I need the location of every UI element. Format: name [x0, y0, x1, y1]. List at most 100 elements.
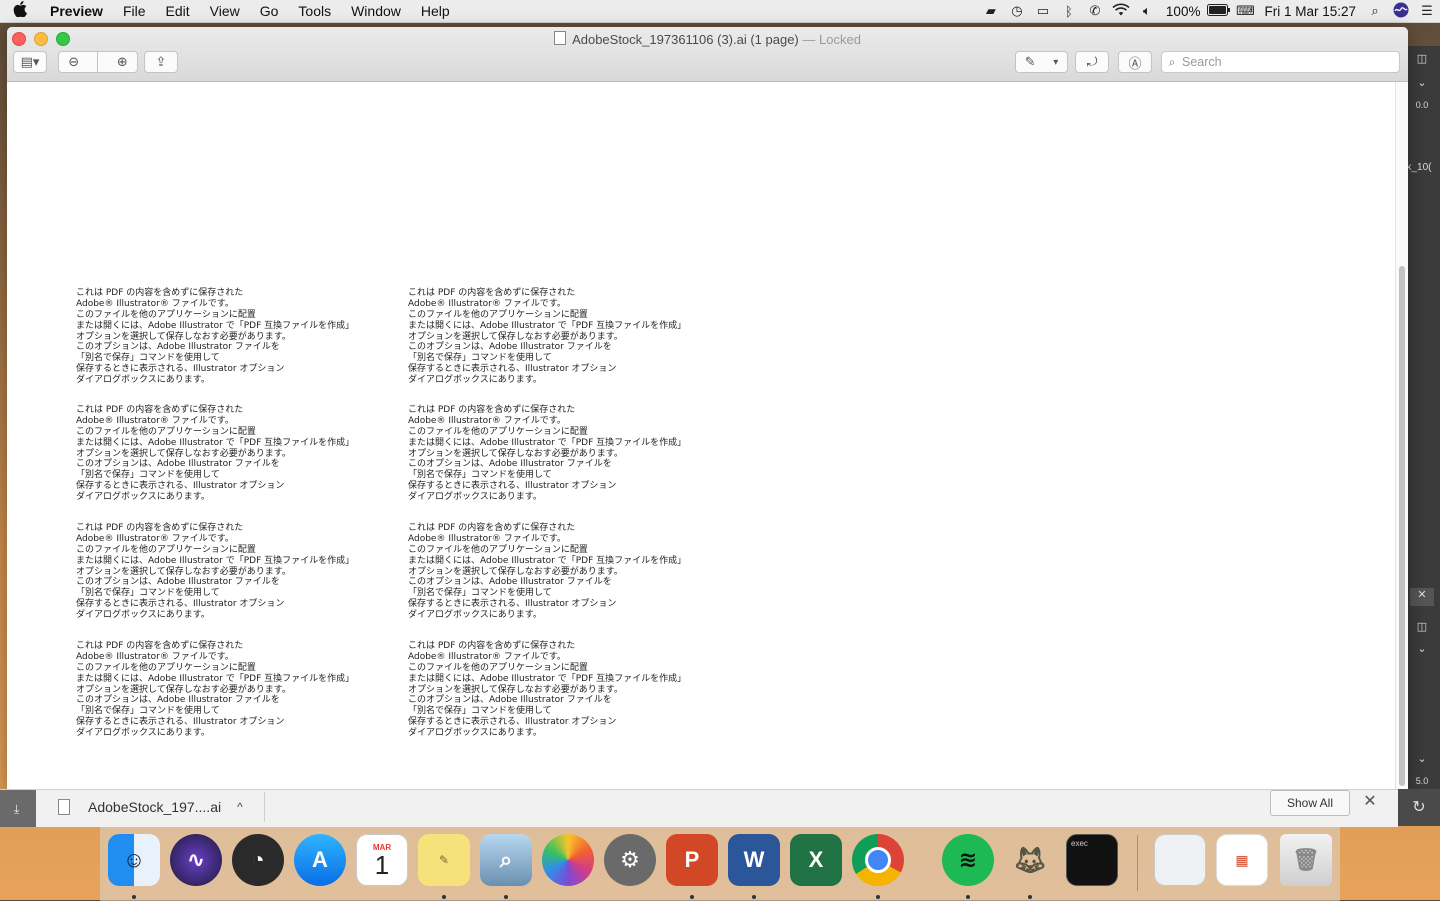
text-line: このファイルを他のアプリケーションに配置 — [408, 309, 588, 320]
apple-menu-icon[interactable] — [0, 1, 40, 21]
text-line: これは PDF の内容を含めずに保存された — [76, 288, 244, 298]
volume-icon[interactable]: 🔈︎ — [1134, 3, 1160, 19]
text-line: これは PDF の内容を含めずに保存された — [408, 288, 576, 298]
chevron-down-icon[interactable]: ⌄ — [1410, 752, 1434, 770]
text-line: ダイアログボックスにあります。 — [408, 728, 542, 739]
sidebar-toggle-button[interactable]: ▤▾ — [13, 51, 47, 73]
photos-icon[interactable] — [542, 834, 594, 886]
spotify-icon[interactable]: ≋ — [942, 834, 994, 886]
zoom-field-top[interactable]: 0.0 — [1410, 100, 1434, 118]
close-download-bar-icon[interactable]: ✕ — [1362, 794, 1378, 810]
menu-help[interactable]: Help — [411, 0, 460, 22]
running-indicator — [442, 895, 446, 899]
text-line: オプションを選択して保存しなおす必要があります。 — [408, 448, 623, 459]
share-button[interactable]: ⇪ — [144, 51, 178, 73]
chevron-down-icon[interactable]: ⌄ — [1410, 76, 1434, 94]
keyboard-input-icon[interactable]: ⌨︎ — [1232, 3, 1258, 19]
show-all-button[interactable]: Show All — [1270, 790, 1350, 816]
menu-tools[interactable]: Tools — [288, 0, 341, 22]
chevron-up-icon[interactable]: ^ — [237, 800, 243, 814]
running-indicator — [504, 895, 508, 899]
text-line: このオプションは、Adobe Illustrator ファイルを — [76, 459, 280, 470]
running-indicator — [752, 895, 756, 899]
zoom-out-icon[interactable]: ⊖ — [68, 54, 79, 70]
text-block: これは PDF の内容を含めずに保存された Adobe® Illustrator… — [76, 641, 354, 739]
terminal-icon[interactable]: exec — [1066, 834, 1118, 886]
clock[interactable]: Fri 1 Mar 15:27 — [1258, 4, 1362, 19]
downloads-stack-icon[interactable]: ▦ — [1216, 834, 1268, 886]
running-indicator — [1028, 895, 1032, 899]
scrollbar-thumb[interactable] — [1399, 266, 1405, 786]
markup-pen-button[interactable]: ✎ ▾ — [1015, 51, 1068, 73]
panel-options-icon[interactable]: ◫ — [1410, 620, 1434, 638]
pen-icon: ✎ — [1024, 54, 1036, 69]
document-view[interactable]: これは PDF の内容を含めずに保存された Adobe® Illustrator… — [7, 82, 1395, 789]
stickies-icon[interactable]: ✎ — [418, 834, 470, 886]
word-icon[interactable]: W — [728, 834, 780, 886]
text-line: 「別名で保存」コマンドを使用して — [76, 706, 220, 717]
vertical-scrollbar[interactable] — [1395, 82, 1408, 789]
notification-badge-icon[interactable]: ▰ — [978, 3, 1004, 19]
battery-icon[interactable] — [1206, 3, 1232, 19]
download-icon: ⤓ — [14, 802, 20, 816]
running-indicator — [132, 895, 136, 899]
markup-toolbar-button[interactable]: Ⓐ — [1118, 51, 1152, 73]
dock: ☺ ∿ ◔ A MAR 1 ✎ ⌕ ⚙ P W X ≋ 🦊︎ exec ▦ 🗑︎ — [100, 826, 1340, 901]
time-machine-icon[interactable]: ◷ — [1004, 3, 1030, 19]
text-line: 保存するときに表示される、Illustrator オプション — [76, 599, 285, 610]
text-block: これは PDF の内容を含めずに保存された Adobe® Illustrator… — [76, 405, 354, 503]
siri-icon[interactable] — [1388, 2, 1414, 21]
menu-preview[interactable]: Preview — [40, 0, 113, 22]
chrome-icon[interactable] — [852, 834, 904, 886]
close-icon[interactable]: ✕ — [1410, 588, 1434, 606]
rotate-button[interactable]: ⤾ — [1075, 51, 1109, 73]
panel-options-icon[interactable]: ◫ — [1410, 52, 1434, 70]
text-line: ダイアログボックスにあります。 — [76, 375, 210, 386]
trash-icon[interactable]: 🗑︎ — [1280, 834, 1332, 886]
notification-center-icon[interactable]: ☰ — [1414, 3, 1440, 19]
powerpoint-icon[interactable]: P — [666, 834, 718, 886]
gimp-icon[interactable]: 🦊︎ — [1004, 834, 1056, 886]
download-shelf-handle[interactable]: ⤓ — [0, 790, 36, 827]
spotlight-search-icon[interactable]: ⌕ — [1362, 3, 1388, 19]
preview-icon[interactable]: ⌕ — [480, 834, 532, 886]
bluetooth-icon[interactable]: ᛒ — [1056, 4, 1082, 19]
search-field[interactable]: ⌕ Search — [1161, 51, 1400, 73]
zoom-in-icon[interactable]: ⊕ — [117, 54, 128, 70]
calendar-icon[interactable]: MAR 1 — [356, 834, 408, 886]
launchpad-icon[interactable]: ◔ — [232, 834, 284, 886]
text-line: ダイアログボックスにあります。 — [76, 728, 210, 739]
text-line: 「別名で保存」コマンドを使用して — [408, 470, 552, 481]
documents-stack-icon[interactable] — [1154, 834, 1206, 886]
finder-icon[interactable]: ☺ — [108, 834, 160, 886]
text-line: オプションを選択して保存しなおす必要があります。 — [76, 448, 291, 459]
menu-window[interactable]: Window — [341, 0, 411, 22]
siri-icon[interactable]: ∿ — [170, 834, 222, 886]
download-item[interactable]: AdobeStock_197....ai ^ — [50, 792, 265, 822]
text-line: このオプションは、Adobe Illustrator ファイルを — [76, 577, 280, 588]
chrome-center — [865, 847, 891, 873]
menu-view[interactable]: View — [200, 0, 250, 22]
app-store-icon[interactable]: A — [294, 834, 346, 886]
share-icon: ⇪ — [155, 54, 167, 69]
text-line: 「別名で保存」コマンドを使用して — [76, 470, 220, 481]
text-line: これは PDF の内容を含めずに保存された — [76, 405, 244, 415]
menu-go[interactable]: Go — [250, 0, 289, 22]
refresh-icon[interactable]: ↻ — [1398, 789, 1440, 826]
system-preferences-icon[interactable]: ⚙ — [604, 834, 656, 886]
text-line: このオプションは、Adobe Illustrator ファイルを — [76, 342, 280, 353]
excel-icon[interactable]: X — [790, 834, 842, 886]
menu-file[interactable]: File — [113, 0, 156, 22]
phone-icon[interactable]: ✆ — [1082, 3, 1108, 19]
airplay-icon[interactable]: ▭ — [1030, 3, 1056, 19]
calendar-day: 1 — [374, 849, 390, 880]
chevron-down-icon[interactable]: ⌄ — [1410, 642, 1434, 660]
text-line: これは PDF の内容を含めずに保存された — [408, 405, 576, 415]
locked-label[interactable]: — Locked — [802, 32, 861, 47]
text-line: 「別名で保存」コマンドを使用して — [408, 353, 552, 364]
text-line: 保存するときに表示される、Illustrator オプション — [408, 364, 617, 375]
menu-bar: Preview File Edit View Go Tools Window H… — [0, 0, 1440, 23]
menu-edit[interactable]: Edit — [156, 0, 200, 22]
wifi-icon[interactable] — [1108, 3, 1134, 19]
text-line: 保存するときに表示される、Illustrator オプション — [76, 481, 285, 492]
